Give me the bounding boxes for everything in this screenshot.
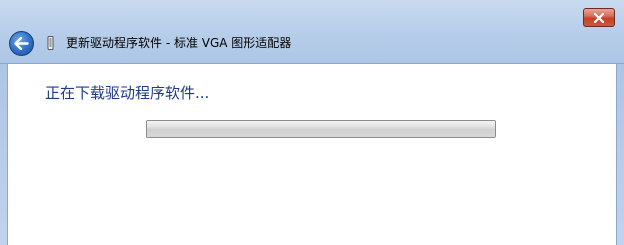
window-title: 更新驱动程序软件 - 标准 VGA 图形适配器 (66, 36, 292, 50)
close-icon (593, 12, 605, 23)
status-heading: 正在下载驱动程序软件... (45, 84, 210, 102)
back-arrow-icon (14, 37, 29, 50)
title-bar (0, 0, 624, 64)
dialog-window: 更新驱动程序软件 - 标准 VGA 图形适配器 正在下载驱动程序软件... (0, 0, 624, 245)
content-area: 正在下载驱动程序软件... (8, 64, 616, 245)
window-border-left (0, 64, 8, 245)
download-progress-bar (146, 120, 496, 138)
back-button[interactable] (9, 31, 34, 56)
window-border-right (616, 64, 624, 245)
close-button[interactable] (583, 8, 615, 27)
display-adapter-icon (47, 36, 54, 50)
progress-fill (147, 121, 495, 137)
